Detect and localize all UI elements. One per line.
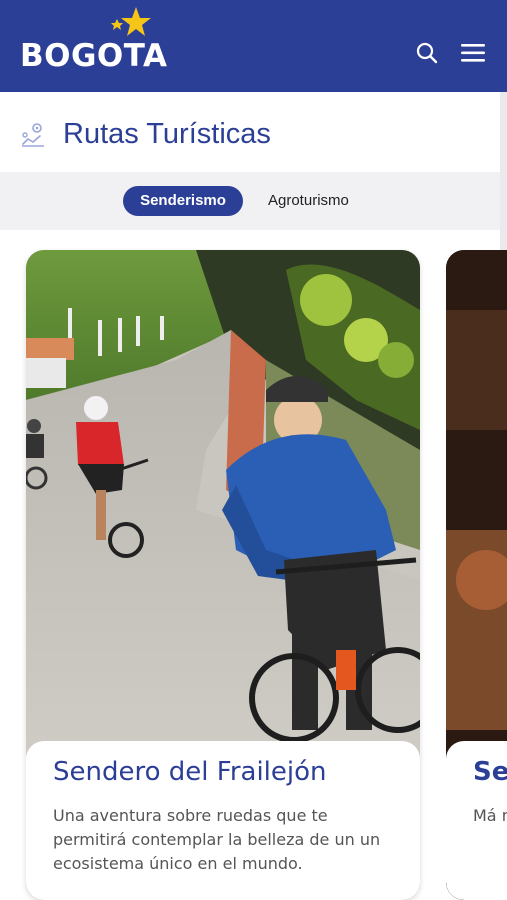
search-icon xyxy=(416,42,438,64)
card-title[interactable]: Se xyxy=(473,757,507,787)
card-description: Una aventura sobre ruedas que te permiti… xyxy=(53,806,381,873)
section-header: Rutas Turísticas xyxy=(0,108,507,164)
card-info-panel: Sendero del Frailejón Una aventura sobre… xyxy=(26,741,420,900)
page-title: Rutas Turísticas xyxy=(63,118,271,150)
card-info-panel: Se Má mi adr co xyxy=(446,741,507,900)
card-description: Má mi adr co xyxy=(473,806,507,825)
tab-senderismo[interactable]: Senderismo xyxy=(123,186,243,216)
card-title[interactable]: Sendero del Frailejón xyxy=(53,757,327,787)
star-icon xyxy=(111,7,151,36)
hamburger-menu-icon xyxy=(461,44,485,62)
route-map-icon xyxy=(22,123,44,147)
menu-button[interactable] xyxy=(459,42,487,64)
route-card[interactable]: Sendero del Frailejón Una aventura sobre… xyxy=(26,250,420,900)
top-header: BOGOTA xyxy=(0,0,507,92)
search-button[interactable] xyxy=(414,40,440,66)
tab-agroturismo[interactable]: Agroturismo xyxy=(268,186,360,216)
route-card-next[interactable]: Se Má mi adr co xyxy=(446,250,507,900)
category-tabs: Senderismo Agroturismo xyxy=(0,172,500,230)
